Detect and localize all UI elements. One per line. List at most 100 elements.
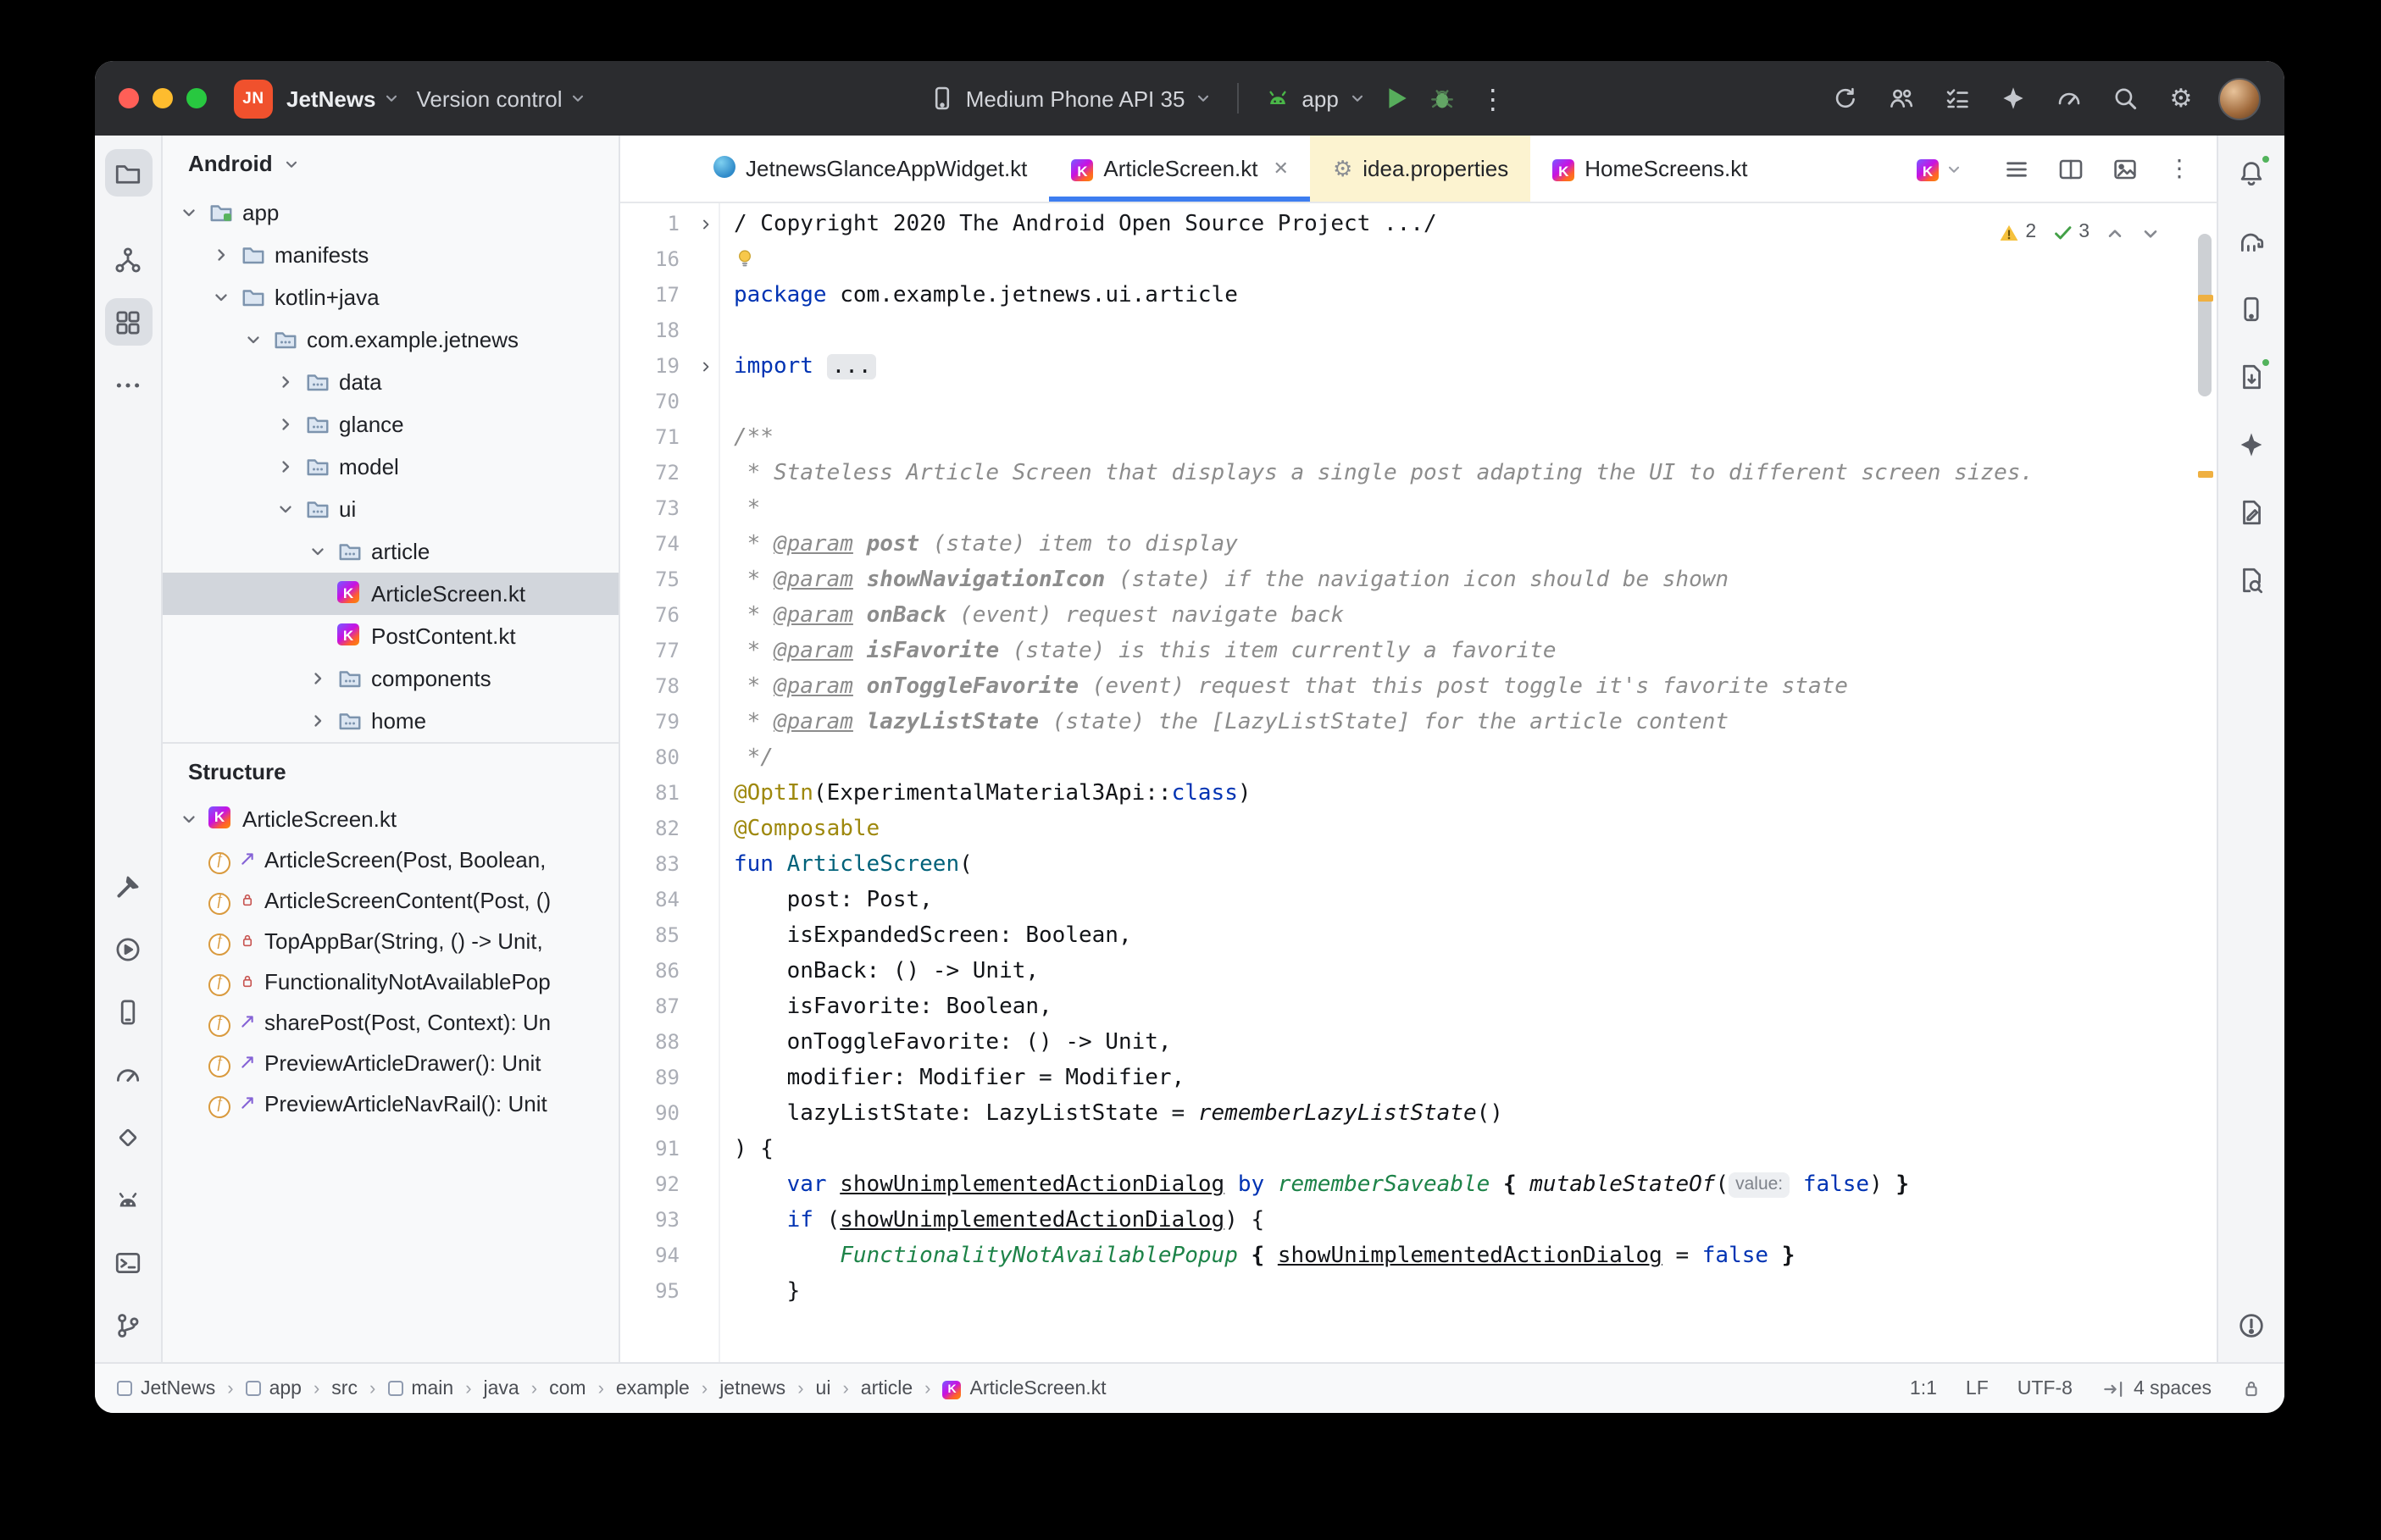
structure-tool-icon[interactable] [104, 298, 152, 346]
line-number[interactable]: 90 [620, 1096, 691, 1132]
code-line[interactable]: 95 } [620, 1274, 2217, 1310]
scrollbar-thumb[interactable] [2198, 234, 2212, 396]
tree-item-article[interactable]: article [163, 530, 619, 573]
debug-button[interactable] [1427, 83, 1457, 114]
tree-item-components[interactable]: components [163, 657, 619, 700]
code-line[interactable]: 72 * Stateless Article Screen that displ… [620, 456, 2217, 491]
prev-problem-icon[interactable] [2105, 223, 2125, 243]
editor-tab-idea-properties[interactable]: ⚙idea.properties [1311, 136, 1530, 202]
code-line[interactable]: 94 FunctionalityNotAvailablePopup { show… [620, 1238, 2217, 1274]
find-tool-icon[interactable] [2228, 556, 2275, 603]
editor-tab-homescreens-kt[interactable]: KHomeScreens.kt [1530, 136, 1769, 202]
line-number[interactable]: 94 [620, 1238, 691, 1274]
structure-item-articlescreencontent-post[interactable]: fArticleScreenContent(Post, () [163, 879, 619, 920]
line-number[interactable]: 16 [620, 242, 691, 278]
chevron-down-icon[interactable] [305, 542, 329, 561]
breadcrumb-item-example[interactable]: example [616, 1378, 690, 1399]
profiler-icon[interactable] [2056, 85, 2083, 112]
line-number[interactable]: 76 [620, 598, 691, 634]
line-number[interactable]: 82 [620, 812, 691, 847]
editor-tab-jetnewsglanceappwidget-kt[interactable]: JetnewsGlanceAppWidget.kt [691, 136, 1049, 202]
line-number[interactable]: 17 [620, 278, 691, 313]
chevron-right-icon[interactable] [273, 415, 297, 434]
code-line[interactable]: 75 * @param showNavigationIcon (state) i… [620, 562, 2217, 598]
breadcrumb-item-articlescreen-kt[interactable]: KArticleScreen.kt [943, 1377, 1107, 1399]
tree-item-kotlin-java[interactable]: kotlin+java [163, 276, 619, 319]
chevron-down-icon[interactable] [176, 809, 200, 828]
close-tab-icon[interactable]: ✕ [1274, 158, 1289, 180]
chevron-right-icon[interactable] [273, 457, 297, 476]
code-line[interactable]: 89 modifier: Modifier = Modifier, [620, 1061, 2217, 1096]
chevron-right-icon[interactable] [305, 712, 329, 730]
chevron-down-icon[interactable] [208, 288, 232, 307]
code-line[interactable]: 87 isFavorite: Boolean, [620, 989, 2217, 1025]
search-everywhere-icon[interactable] [2112, 85, 2139, 112]
line-number[interactable]: 92 [620, 1167, 691, 1203]
warnings-indicator[interactable]: 2 [1998, 215, 2036, 251]
project-tool-icon[interactable] [104, 149, 152, 197]
task-list-icon[interactable] [1944, 85, 1971, 112]
caret-position[interactable]: 1:1 [1910, 1378, 1937, 1399]
code-line[interactable]: 19import ... [620, 349, 2217, 385]
line-number[interactable]: 77 [620, 634, 691, 669]
readonly-lock-icon[interactable] [2240, 1377, 2262, 1399]
line-number[interactable]: 87 [620, 989, 691, 1025]
inspections-widget[interactable]: 2 3 [1990, 212, 2169, 254]
chevron-down-icon[interactable] [176, 203, 200, 222]
code-line[interactable]: 73 * [620, 491, 2217, 527]
line-number[interactable]: 74 [620, 527, 691, 562]
problems-icon[interactable] [2228, 1301, 2275, 1349]
line-number[interactable]: 86 [620, 954, 691, 989]
editor-options-icon[interactable]: ⋮ [2166, 155, 2193, 182]
indent-widget[interactable]: 4 spaces [2101, 1377, 2212, 1400]
app-inspection-icon[interactable] [104, 1113, 152, 1161]
line-number[interactable]: 73 [620, 491, 691, 527]
breadcrumb-item-article[interactable]: article [861, 1378, 913, 1399]
sync-icon[interactable] [1832, 85, 1859, 112]
code-line[interactable]: 86 onBack: () -> Unit, [620, 954, 2217, 989]
line-number[interactable]: 18 [620, 313, 691, 349]
line-number[interactable]: 83 [620, 847, 691, 883]
line-number[interactable]: 93 [620, 1203, 691, 1238]
user-avatar[interactable] [2218, 77, 2261, 119]
settings-icon[interactable]: ⚙ [2167, 85, 2195, 112]
line-separator-widget[interactable]: LF [1966, 1378, 1989, 1399]
minimize-button[interactable] [153, 88, 173, 108]
ai-assistant-icon[interactable] [2000, 85, 2027, 112]
code-line[interactable]: 71/** [620, 420, 2217, 456]
line-number[interactable]: 89 [620, 1061, 691, 1096]
line-number[interactable]: 79 [620, 705, 691, 740]
structure-item-articlescreen-kt[interactable]: KArticleScreen.kt [163, 798, 619, 839]
editor-scrollbar[interactable] [2193, 203, 2217, 1362]
vcs-menu[interactable]: Version control [417, 86, 586, 111]
gradle-icon[interactable] [2228, 217, 2275, 264]
line-number[interactable]: 84 [620, 883, 691, 918]
line-number[interactable]: 19 [620, 349, 691, 385]
editor-tab-list-icon[interactable] [2003, 155, 2030, 182]
breadcrumb-item-com[interactable]: com [549, 1378, 586, 1399]
code-line[interactable]: 74 * @param post (state) item to display [620, 527, 2217, 562]
line-number[interactable]: 1 [620, 207, 691, 242]
breadcrumb-item-app[interactable]: app [246, 1378, 302, 1399]
device-selector[interactable]: Medium Phone API 35 [929, 85, 1213, 112]
tree-item-glance[interactable]: glance [163, 403, 619, 446]
structure-item-functionalitynotavailablepop[interactable]: fFunctionalityNotAvailablePop [163, 961, 619, 1001]
code-line[interactable]: 81@OptIn(ExperimentalMaterial3Api::class… [620, 776, 2217, 812]
terminal-icon[interactable] [104, 1238, 152, 1286]
version-control-icon[interactable] [104, 1301, 152, 1349]
passed-indicator[interactable]: 3 [2051, 215, 2090, 251]
code-editor[interactable]: 1/ Copyright 2020 The Android Open Sourc… [620, 203, 2217, 1362]
line-number[interactable]: 75 [620, 562, 691, 598]
intention-bulb-icon[interactable] [734, 247, 756, 269]
next-problem-icon[interactable] [2140, 223, 2161, 243]
more-tool-windows-icon[interactable] [104, 361, 152, 408]
profiler-tool-icon[interactable] [104, 1050, 152, 1098]
code-line[interactable]: 16 [620, 242, 2217, 278]
warning-stripe-mark[interactable] [2198, 295, 2213, 302]
line-number[interactable]: 88 [620, 1025, 691, 1061]
code-fold-icon[interactable] [691, 349, 719, 385]
tree-item-model[interactable]: model [163, 446, 619, 488]
structure-item-previewarticlenavrail-unit[interactable]: fPreviewArticleNavRail(): Unit [163, 1083, 619, 1123]
line-number[interactable]: 91 [620, 1132, 691, 1167]
chevron-right-icon[interactable] [208, 246, 232, 264]
